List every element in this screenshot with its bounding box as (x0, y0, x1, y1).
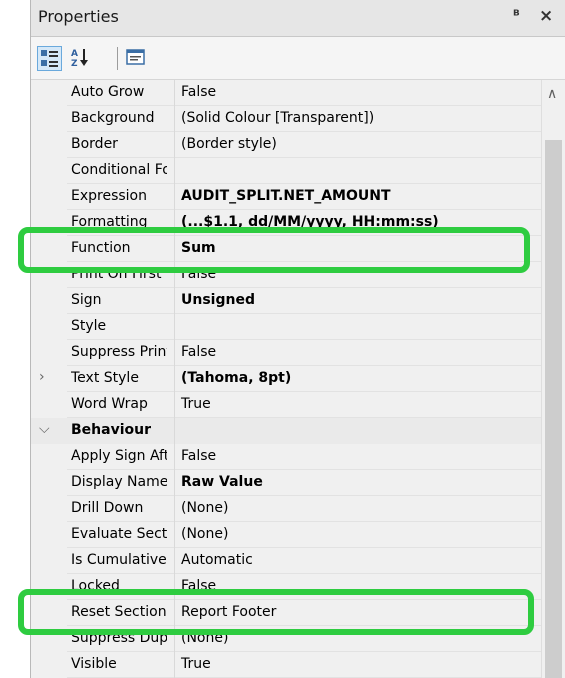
panel-title: Properties (38, 7, 119, 26)
scrollbar-thumb[interactable] (545, 140, 562, 678)
property-value[interactable]: False (181, 344, 216, 360)
alphabetical-sort-icon: A Z (71, 49, 88, 69)
property-value[interactable]: (Border style) (181, 136, 277, 152)
property-name: Word Wrap (71, 396, 148, 412)
toolbar-separator (117, 47, 118, 70)
property-value[interactable]: (None) (181, 526, 228, 542)
property-value[interactable]: True (181, 656, 211, 672)
property-name: Background (71, 110, 155, 126)
categorized-view-button[interactable] (37, 46, 62, 71)
property-value[interactable]: (None) (181, 500, 228, 516)
category-behaviour[interactable]: ⌵ Behaviour (31, 418, 541, 444)
property-row-suppress-print[interactable]: Suppress Print False (31, 340, 541, 366)
property-name: Border (71, 136, 118, 152)
property-row-word-wrap[interactable]: Word Wrap True (31, 392, 541, 418)
vertical-scrollbar[interactable]: ∧ (541, 80, 565, 678)
properties-toolbar: A Z (31, 37, 565, 80)
property-name: Style (71, 318, 107, 334)
property-row-border[interactable]: Border (Border style) (31, 132, 541, 158)
property-row-text-style[interactable]: › Text Style (Tahoma, 8pt) (31, 366, 541, 392)
property-value[interactable]: Automatic (181, 552, 253, 568)
property-pages-icon (126, 49, 145, 65)
property-value[interactable]: False (181, 448, 216, 464)
property-name: Evaluate Secti (71, 526, 167, 542)
property-name: Auto Grow (71, 84, 145, 100)
property-row-is-cumulative[interactable]: Is Cumulative Automatic (31, 548, 541, 574)
property-value[interactable]: (Tahoma, 8pt) (181, 370, 291, 386)
alphabetical-view-button[interactable]: A Z (69, 46, 94, 71)
property-name: Visible (71, 656, 117, 672)
property-name: Text Style (71, 370, 139, 386)
property-name: Expression (71, 188, 147, 204)
property-row-visible[interactable]: Visible True (31, 652, 541, 678)
property-value[interactable]: True (181, 396, 211, 412)
property-row-drill-down[interactable]: Drill Down (None) (31, 496, 541, 522)
svg-text:Z: Z (71, 59, 78, 69)
collapse-chevron-icon[interactable]: ⌵ (39, 422, 53, 436)
expand-chevron-icon[interactable]: › (39, 370, 53, 384)
property-row-sign[interactable]: Sign Unsigned (31, 288, 541, 314)
property-row-expression[interactable]: Expression AUDIT_SPLIT.NET_AMOUNT (31, 184, 541, 210)
property-row-background[interactable]: Background (Solid Colour [Transparent]) (31, 106, 541, 132)
property-name: Conditional Fo (71, 162, 167, 178)
property-name: Is Cumulative (71, 552, 167, 568)
highlight-box-function (18, 227, 530, 273)
property-name: Suppress Print (71, 344, 167, 360)
property-name: Display Namec (71, 474, 167, 490)
pin-icon[interactable]: ᴮ (513, 8, 520, 24)
svg-text:A: A (71, 49, 78, 59)
categorized-view-icon (41, 50, 58, 67)
property-name: Apply Sign Aft (71, 448, 167, 464)
highlight-box-reset-section (18, 589, 534, 635)
category-label: Behaviour (71, 422, 151, 438)
property-pages-button[interactable] (124, 46, 149, 71)
scroll-up-icon[interactable]: ∧ (547, 86, 557, 102)
property-name: Drill Down (71, 500, 144, 516)
property-row-auto-grow[interactable]: Auto Grow False (31, 80, 541, 106)
close-icon[interactable]: × (539, 6, 553, 26)
property-value[interactable]: False (181, 84, 216, 100)
property-value[interactable]: (Solid Colour [Transparent]) (181, 110, 374, 126)
property-row-evaluate-section[interactable]: Evaluate Secti (None) (31, 522, 541, 548)
property-row-conditional-formatting[interactable]: Conditional Fo (31, 158, 541, 184)
property-name: Sign (71, 292, 102, 308)
panel-titlebar: Properties ᴮ × (31, 0, 565, 37)
property-value[interactable]: Unsigned (181, 292, 255, 308)
property-row-style[interactable]: Style (31, 314, 541, 340)
property-value[interactable]: Raw Value (181, 474, 263, 490)
properties-panel: Properties ᴮ × A Z Auto Grow False Backg… (30, 0, 565, 678)
property-row-apply-sign-after[interactable]: Apply Sign Aft False (31, 444, 541, 470)
property-value[interactable]: AUDIT_SPLIT.NET_AMOUNT (181, 188, 391, 204)
property-row-display-named[interactable]: Display Namec Raw Value (31, 470, 541, 496)
